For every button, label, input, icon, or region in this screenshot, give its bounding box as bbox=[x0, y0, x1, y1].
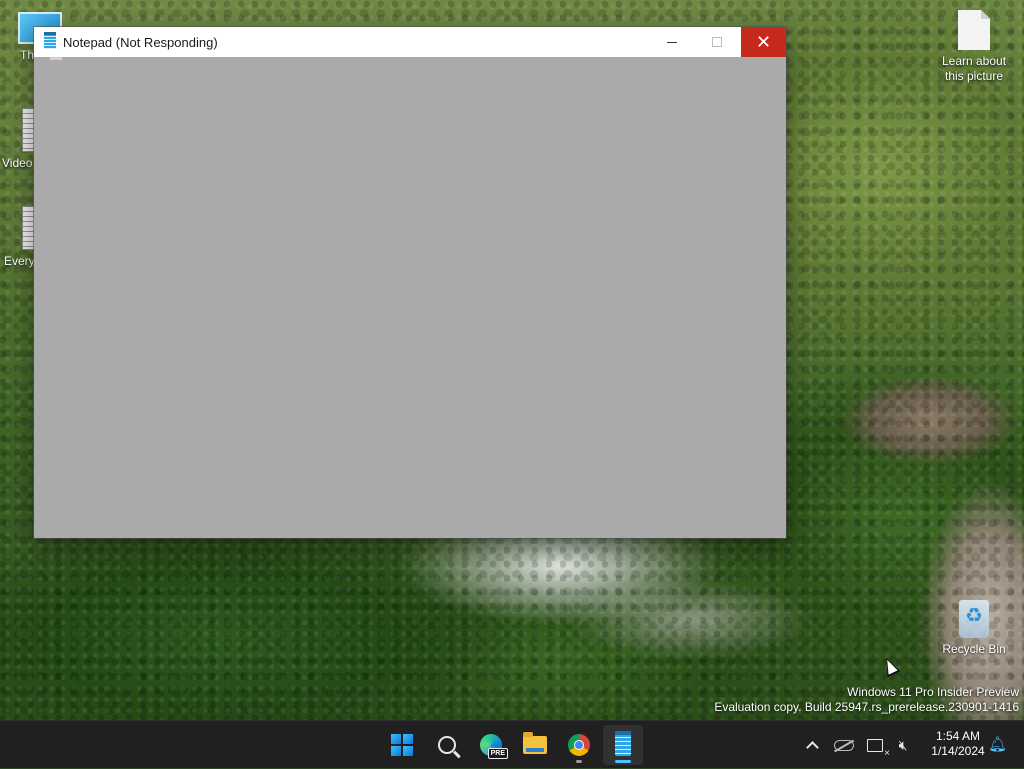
network-tray-button[interactable] bbox=[861, 729, 890, 761]
taskbar-chrome-button[interactable] bbox=[559, 725, 599, 765]
desktop-icon-recycle-bin[interactable]: Recycle Bin bbox=[936, 600, 1012, 657]
show-hidden-icons-button[interactable] bbox=[798, 729, 826, 761]
notepad-window[interactable]: Notepad (Not Responding) ✕ bbox=[34, 27, 786, 538]
volume-muted-icon: 🔇︎ bbox=[898, 736, 908, 753]
folder-icon bbox=[523, 732, 547, 754]
system-tray: 🔇︎ bbox=[798, 721, 917, 769]
running-indicator bbox=[576, 760, 582, 763]
notepad-icon bbox=[44, 32, 56, 49]
onedrive-tray-button[interactable] bbox=[830, 729, 858, 761]
edge-icon: PRE bbox=[480, 734, 508, 759]
desktop-icon-label: Learn about this picture bbox=[941, 54, 1007, 83]
minimize-button[interactable] bbox=[649, 27, 695, 57]
ghost-tab-remnant bbox=[50, 57, 62, 60]
desktop-icon-label: Recycle Bin bbox=[942, 642, 1006, 656]
clock-time: 1:54 AM bbox=[935, 729, 981, 743]
active-indicator bbox=[615, 760, 631, 763]
chrome-icon bbox=[568, 734, 590, 756]
maximize-icon bbox=[712, 37, 722, 47]
evaluation-watermark: Windows 11 Pro Insider Preview Evaluatio… bbox=[714, 685, 1019, 715]
notepad-icon bbox=[615, 731, 631, 756]
desktop-icon-this-pc[interactable]: Th bbox=[0, 12, 62, 63]
chevron-up-icon bbox=[805, 741, 819, 754]
close-button[interactable]: ✕ bbox=[741, 27, 786, 57]
taskbar: PRE 🔇︎ 1:54 AM 1/14/2024 🔔︎ bbox=[0, 720, 1024, 768]
clock-date: 1/14/2024 bbox=[931, 744, 985, 758]
volume-tray-button[interactable]: 🔇︎ bbox=[889, 729, 917, 761]
search-icon bbox=[438, 736, 456, 754]
maximize-button[interactable] bbox=[694, 27, 740, 57]
desktop-icon-label: Video bbox=[2, 156, 33, 170]
watermark-line-2: Evaluation copy. Build 25947.rs_prerelea… bbox=[714, 700, 1019, 714]
desktop-icon-learn-about-picture[interactable]: Learn about this picture bbox=[936, 10, 1012, 84]
taskbar-edge-button[interactable]: PRE bbox=[471, 725, 511, 765]
network-icon bbox=[867, 738, 890, 759]
pre-badge: PRE bbox=[487, 748, 508, 759]
start-button[interactable] bbox=[382, 725, 422, 765]
taskbar-notepad-button[interactable] bbox=[603, 725, 643, 765]
taskbar-clock[interactable]: 1:54 AM 1/14/2024 bbox=[920, 729, 996, 759]
desktop-icon-every[interactable]: Every bbox=[0, 206, 40, 269]
onedrive-icon bbox=[834, 739, 854, 751]
close-icon: ✕ bbox=[755, 32, 772, 52]
desktop-icon-label: Every bbox=[4, 254, 34, 268]
search-button[interactable] bbox=[427, 725, 467, 765]
document-icon bbox=[958, 10, 990, 50]
desktop-icon-video[interactable]: Video bbox=[0, 108, 40, 171]
minimize-icon bbox=[667, 41, 677, 43]
window-title: Notepad (Not Responding) bbox=[63, 35, 218, 50]
window-client-area[interactable] bbox=[34, 57, 786, 538]
watermark-line-1: Windows 11 Pro Insider Preview bbox=[847, 685, 1019, 699]
taskbar-file-explorer-button[interactable] bbox=[515, 725, 555, 765]
recycle-bin-icon bbox=[959, 600, 989, 638]
windows-start-icon bbox=[391, 734, 413, 756]
window-titlebar[interactable]: Notepad (Not Responding) ✕ bbox=[34, 27, 786, 57]
bell-icon[interactable]: 🔔︎ bbox=[988, 735, 1007, 753]
desktop-icon-label: Th bbox=[20, 48, 34, 62]
